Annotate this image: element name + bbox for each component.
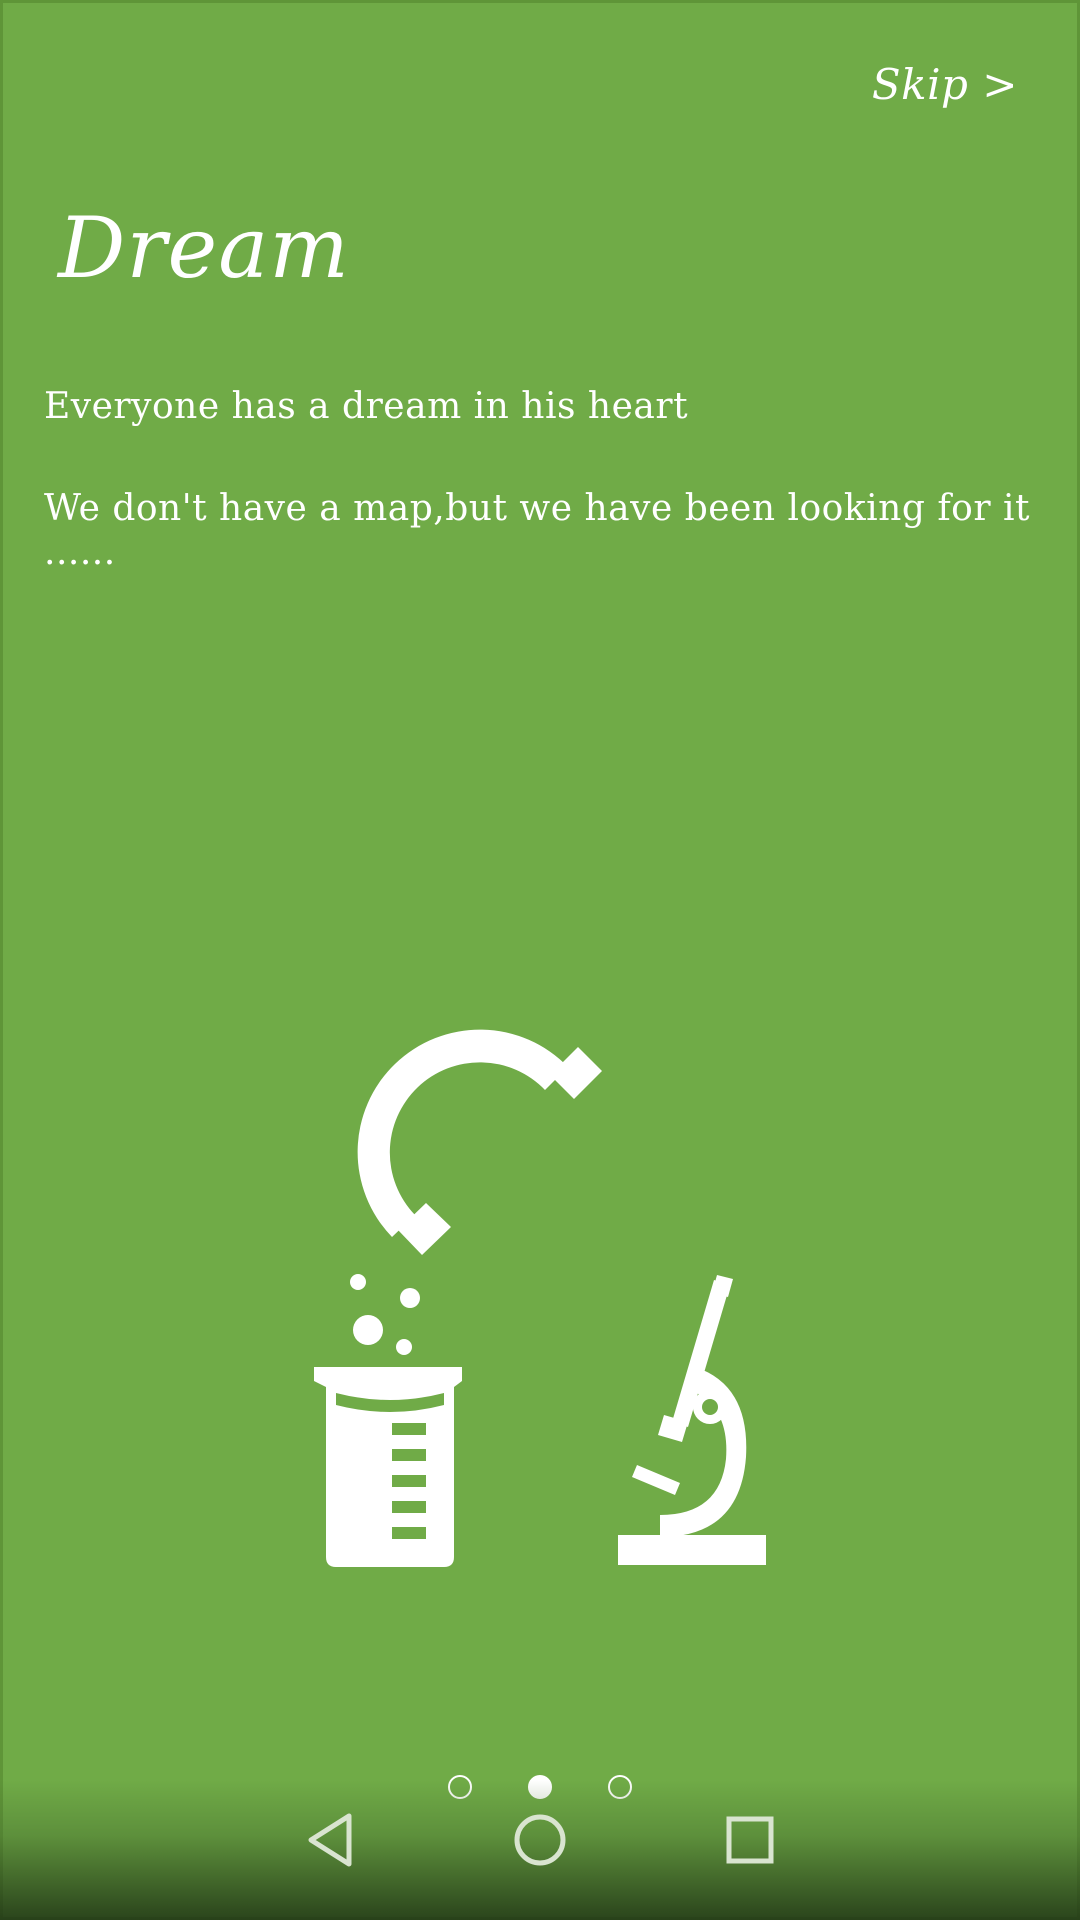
home-icon bbox=[514, 1814, 566, 1866]
description-line-1: Everyone has a dream in his heart bbox=[44, 386, 689, 427]
nav-recents-button[interactable] bbox=[720, 1810, 780, 1870]
description-line-2: We don't have a map,but we have been loo… bbox=[44, 488, 1030, 573]
science-illustration bbox=[314, 1029, 766, 1567]
nav-back-button[interactable] bbox=[300, 1810, 360, 1870]
recents-icon bbox=[726, 1816, 774, 1864]
page-title: Dream bbox=[58, 199, 350, 297]
description: Everyone has a dream in his heart We don… bbox=[44, 385, 1040, 633]
back-icon bbox=[308, 1813, 352, 1867]
microscope-icon bbox=[618, 1275, 766, 1565]
beaker-icon bbox=[314, 1274, 462, 1567]
system-navigation-bar bbox=[0, 1780, 1080, 1920]
skip-button[interactable]: Skip > bbox=[872, 60, 1018, 109]
nav-home-button[interactable] bbox=[510, 1810, 570, 1870]
magnet-icon bbox=[357, 1029, 602, 1255]
